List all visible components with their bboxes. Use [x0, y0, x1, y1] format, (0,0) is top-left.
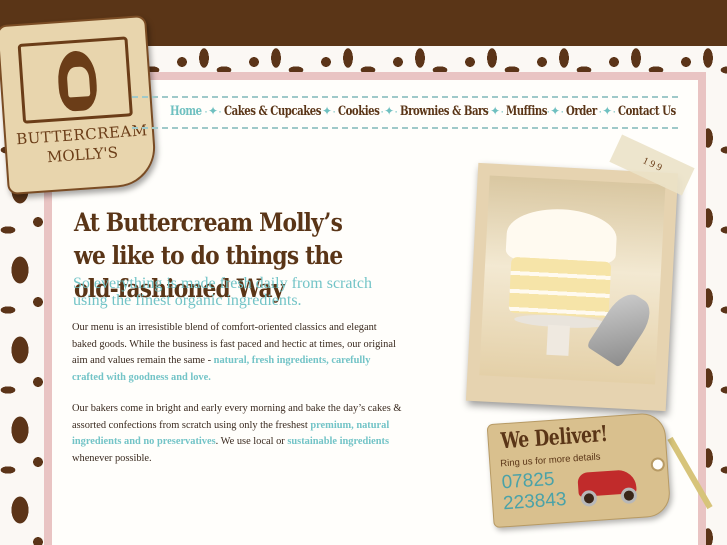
nav-divider-top — [132, 96, 678, 98]
cake-stand-stem — [546, 324, 570, 356]
delivery-subtitle: Ring us for more details — [500, 451, 601, 470]
cake-photo — [465, 162, 679, 412]
cupcake-icon — [66, 66, 91, 98]
cake-image — [479, 175, 666, 385]
tag-hole — [650, 457, 666, 472]
nav-separator-icon: ·✦· — [598, 104, 617, 118]
cake-layers — [508, 256, 612, 318]
bakers-highlight-sustainable: sustainable ingredients — [287, 436, 390, 447]
page-subheading: So everything is made fresh daily from s… — [73, 275, 373, 309]
phone-line2: 223843 — [502, 488, 568, 515]
nav-item-order[interactable]: Order — [566, 104, 597, 119]
nav-item-brownies-bars[interactable]: Brownies & Bars — [400, 104, 489, 119]
delivery-phone: 07825 223843 — [501, 468, 568, 515]
nav-item-cookies[interactable]: Cookies — [338, 104, 380, 119]
nav-separator-icon: ·✦· — [546, 104, 565, 118]
nav-separator-icon: ·✦· — [204, 104, 223, 118]
delivery-tag: We Deliver! Ring us for more details 078… — [486, 411, 672, 529]
bakers-text-end: whenever possible. — [72, 452, 152, 464]
bakers-paragraph: Our bakers come in bright and early ever… — [72, 401, 404, 467]
delivery-title: We Deliver! — [499, 420, 609, 455]
nav-item-muffins[interactable]: Muffins — [506, 104, 547, 119]
main-nav: Home ·✦· Cakes & Cupcakes ·✦· Cookies ·✦… — [170, 100, 680, 122]
site-logo[interactable]: BUTTERCREAM MOLLY'S — [0, 14, 158, 196]
nav-item-home[interactable]: Home — [170, 104, 202, 119]
nav-item-cakes-cupcakes[interactable]: Cakes & Cupcakes — [224, 104, 321, 119]
nav-separator-icon: ·✦· — [486, 104, 505, 118]
car-wheel-icon — [620, 487, 638, 505]
logo-frame — [17, 36, 133, 124]
nav-separator-icon: ·✦· — [380, 104, 399, 118]
nav-divider-bottom — [132, 127, 678, 129]
bakers-text-mid: . We use local or — [215, 436, 288, 447]
nav-separator-icon: ·✦· — [318, 104, 337, 118]
nav-item-contact-us[interactable]: Contact Us — [618, 104, 676, 119]
car-wheel-icon — [580, 489, 598, 507]
intro-paragraph: Our menu is an irresistible blend of com… — [72, 320, 404, 386]
